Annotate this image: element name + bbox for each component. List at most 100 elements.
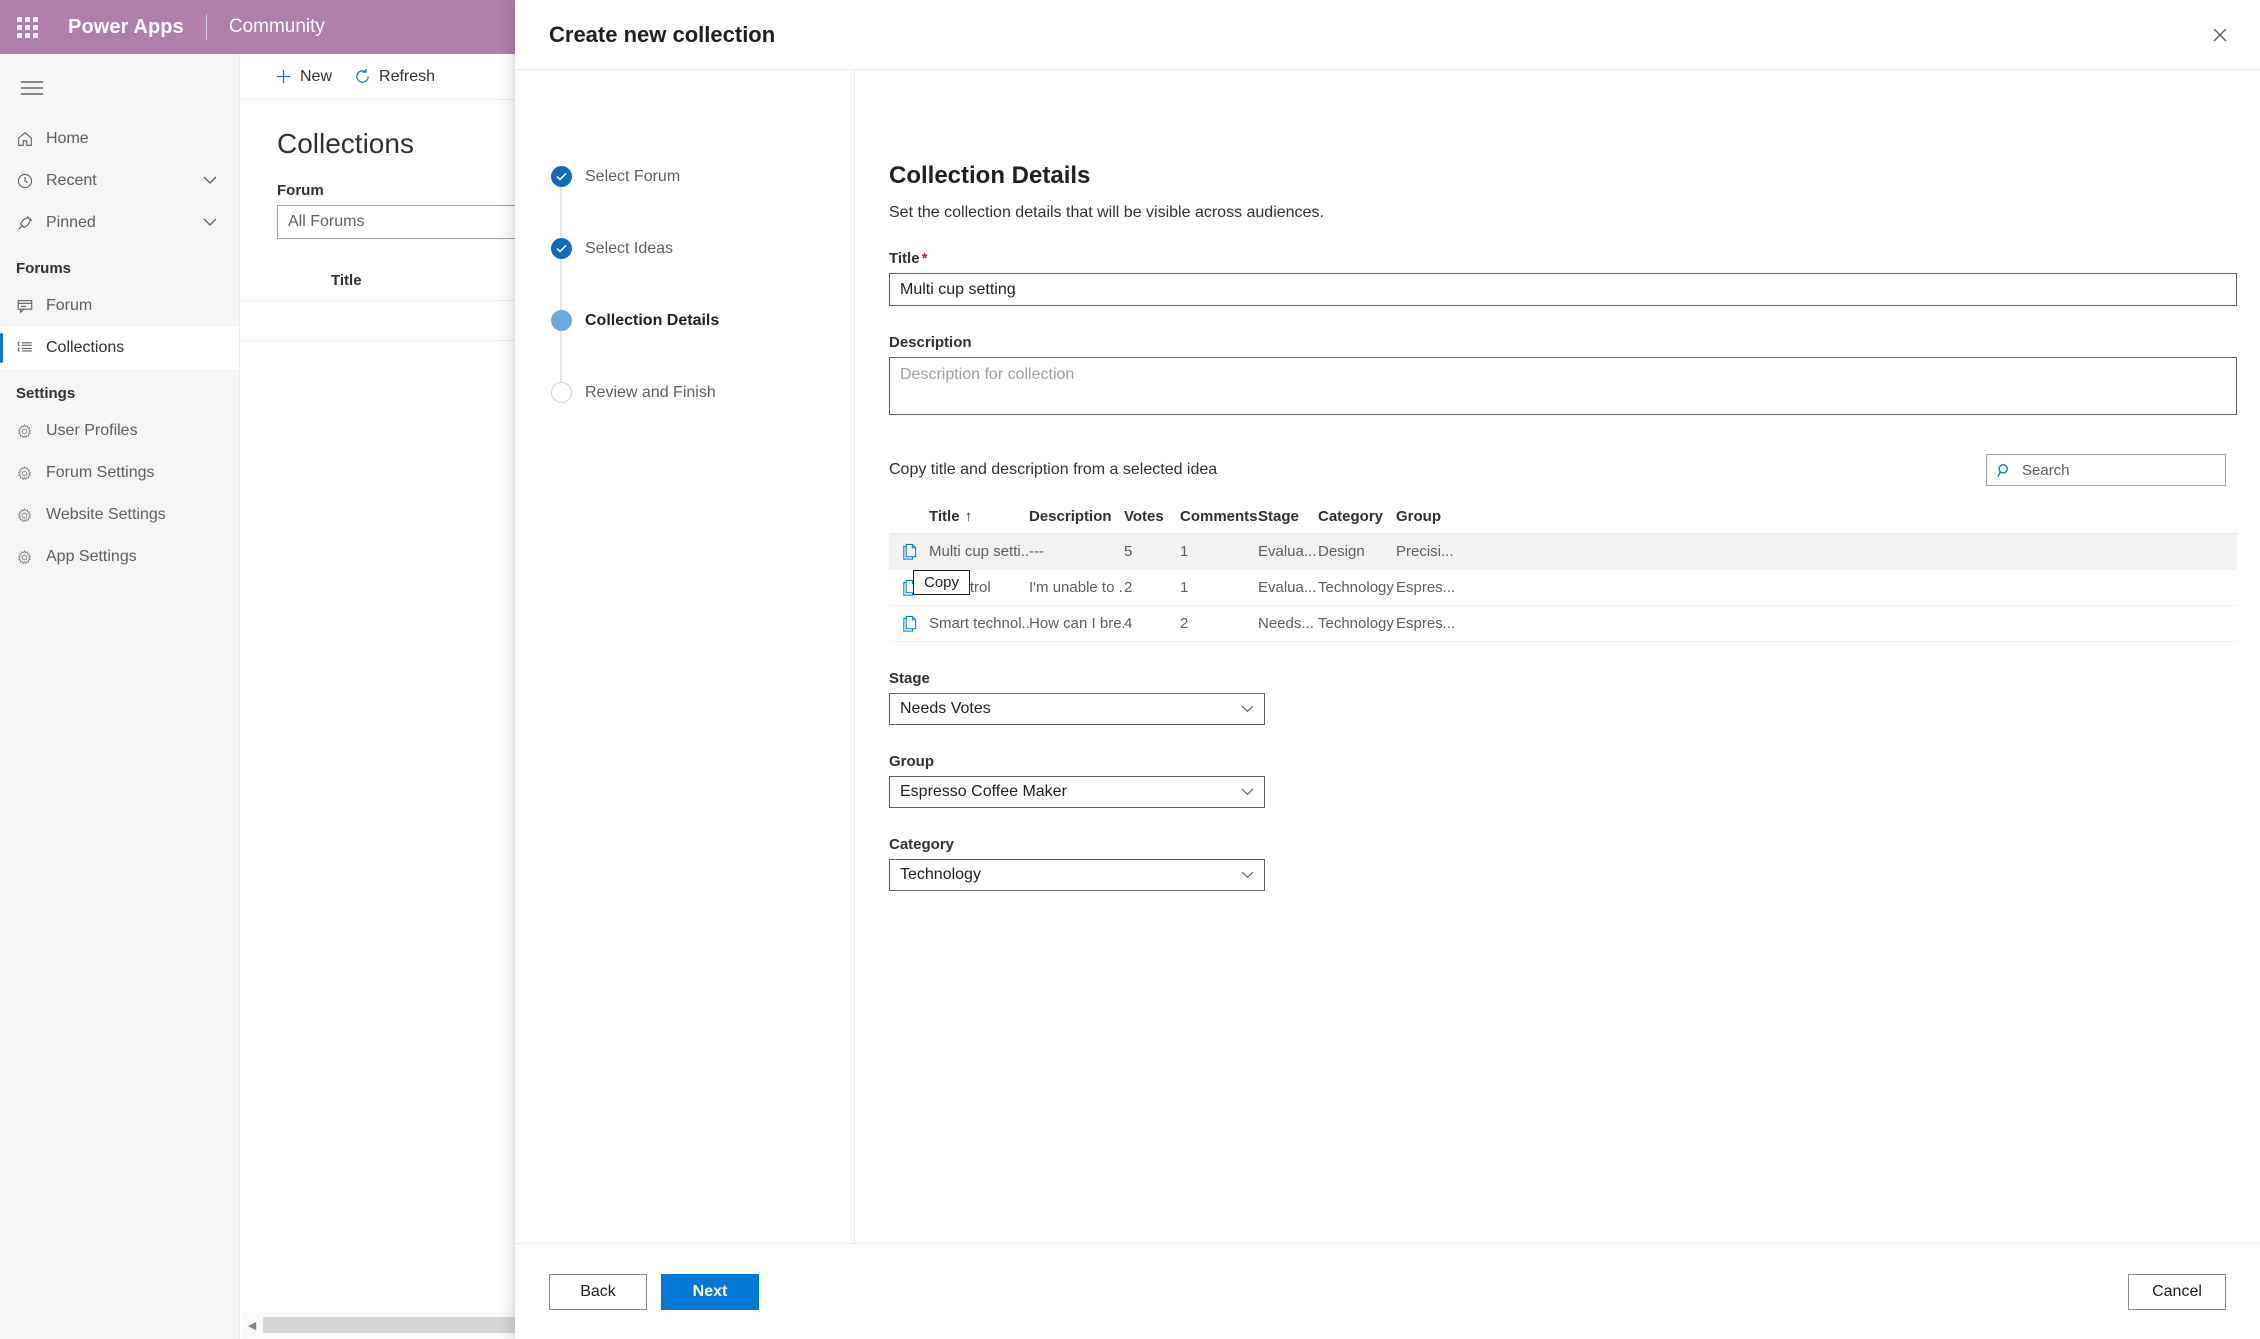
gear-icon [16,507,46,524]
table-header-group[interactable]: Group [1396,508,1506,525]
sidebar-item-home[interactable]: Home [0,118,239,160]
cell-description: I'm unable to ... [1029,579,1124,596]
cell-stage: Evalua... [1258,543,1317,560]
step-connector [560,259,562,311]
table-header-title-label: Title [929,508,960,525]
chevron-down-icon[interactable] [203,172,217,190]
chevron-down-icon[interactable] [203,214,217,232]
group-select-value: Espresso Coffee Maker [900,783,1067,800]
sidebar-item-label: Website Settings [46,506,166,523]
ideas-table: Title ↑ Description Votes Comments Stage… [889,500,2237,642]
cell-group: Espres... [1396,579,1456,596]
new-button-label: New [300,67,333,85]
sidebar-item-forum-settings[interactable]: Forum Settings [0,452,239,494]
wizard-stepper: Select Forum Select Ideas Collection Det… [515,70,855,1243]
chevron-down-icon [1241,871,1254,879]
table-header-votes[interactable]: Votes [1124,508,1180,525]
app-launcher-icon[interactable] [0,0,54,54]
table-header-title[interactable]: Title ↑ [929,508,1029,525]
cell-comments: 2 [1180,615,1189,632]
description-field-label: Description [889,334,972,351]
sidebar-item-app-settings[interactable]: App Settings [0,536,239,578]
copy-from-idea-label: Copy title and description from a select… [889,461,1218,478]
cell-comments: 1 [1180,579,1189,596]
app-name-label[interactable]: Community [229,16,325,38]
step-connector [560,187,562,239]
refresh-button[interactable]: Refresh [354,68,435,86]
table-header-comments[interactable]: Comments [1180,508,1258,525]
step-status-current-icon [550,310,572,331]
required-marker: * [921,250,928,267]
stage-select[interactable]: Needs Votes [889,693,1265,725]
sidebar-item-pinned[interactable]: Pinned [0,202,239,244]
table-row[interactable]: te control I'm unable to ... 2 1 Evalua.… [889,570,2237,606]
back-button[interactable]: Back [549,1273,647,1310]
chevron-down-icon [1241,705,1254,713]
table-row[interactable]: Smart technol... How can I bre... 4 2 Ne… [889,606,2237,642]
gear-icon [16,423,46,440]
title-input[interactable] [889,273,2237,306]
sidebar-item-collections[interactable]: Collections [0,327,239,369]
sidebar-item-label: App Settings [46,548,137,565]
close-icon[interactable] [2198,13,2242,57]
gear-icon [16,549,46,566]
stage-select-wrap: Needs Votes [889,693,1265,725]
brand-divider [205,14,207,40]
search-box[interactable] [1986,454,2226,486]
search-icon [1997,463,2012,478]
category-select[interactable]: Technology [889,859,1265,891]
step-status-pending-icon [550,382,572,403]
cell-category: Design [1318,543,1365,560]
step-collection-details[interactable]: Collection Details [539,310,854,383]
cell-title: Smart technol... [929,615,1029,632]
category-select-value: Technology [900,866,981,883]
new-button[interactable]: New [275,68,332,86]
table-header-category[interactable]: Category [1318,508,1396,525]
next-button[interactable]: Next [661,1273,759,1310]
copy-icon[interactable] [889,615,929,633]
step-connector [560,331,562,383]
table-row[interactable]: Multi cup setti... --- 5 1 Evalua... Des… [889,534,2237,570]
hamburger-icon[interactable] [8,64,56,112]
brand-label[interactable]: Power Apps [68,16,184,39]
sidebar-item-label: Collections [46,339,125,356]
title-field-label: Title * [889,250,2226,267]
step-select-forum[interactable]: Select Forum [539,166,854,239]
copy-icon[interactable] [889,543,929,561]
description-textarea[interactable] [889,357,2237,415]
sidebar: Home Recent Pinned Forums Forum Collecti… [0,54,240,1339]
dialog-header: Create new collection [515,0,2260,70]
pane-heading: Collection Details [889,162,1091,189]
step-review-and-finish[interactable]: Review and Finish [539,382,854,408]
sidebar-item-forum[interactable]: Forum [0,285,239,327]
sidebar-item-label: Recent [46,172,97,189]
cell-description: How can I bre... [1029,615,1124,632]
sidebar-item-user-profiles[interactable]: User Profiles [0,410,239,452]
sidebar-item-label: Pinned [46,214,96,231]
search-input[interactable] [2020,460,2215,480]
sidebar-item-recent[interactable]: Recent [0,160,239,202]
sidebar-item-website-settings[interactable]: Website Settings [0,494,239,536]
group-select[interactable]: Espresso Coffee Maker [889,776,1265,808]
create-collection-dialog: Create new collection Select Forum Selec… [515,0,2260,1339]
refresh-icon [354,68,371,85]
cell-stage: Evalua... [1258,579,1317,596]
step-select-ideas[interactable]: Select Ideas [539,238,854,311]
cell-group: Precisi... [1396,543,1454,560]
category-select-wrap: Technology [889,859,1265,891]
scroll-left-icon[interactable]: ◀ [241,1311,263,1339]
dialog-body: Select Forum Select Ideas Collection Det… [515,70,2260,1243]
table-header-stage[interactable]: Stage [1258,508,1318,525]
sort-ascending-icon: ↑ [964,508,973,525]
cancel-button[interactable]: Cancel [2128,1273,2226,1310]
home-icon [16,130,46,148]
cell-category: Technology [1318,615,1394,632]
step-label: Collection Details [585,312,720,329]
forum-filter-value: All Forums [288,213,365,230]
group-field-label: Group [889,753,934,770]
cell-votes: 2 [1124,579,1133,596]
collection-details-pane: Collection Details Set the collection de… [855,70,2260,1243]
table-header-description[interactable]: Description [1029,508,1124,525]
step-status-done-icon [550,166,572,187]
cell-votes: 4 [1124,615,1133,632]
